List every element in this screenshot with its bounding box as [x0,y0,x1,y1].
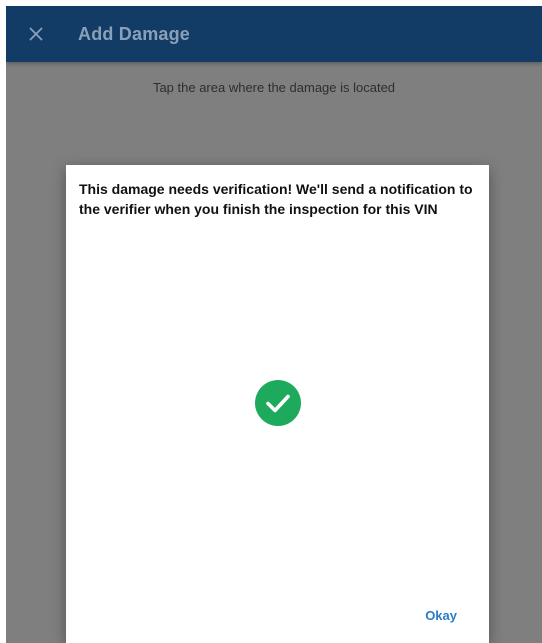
verification-dialog: This damage needs verification! We'll se… [66,165,489,643]
app-bar: Add Damage [6,6,542,62]
app-window: Add Damage Tap the area where the damage… [0,0,542,643]
page-title: Add Damage [78,23,191,44]
close-button[interactable] [8,6,64,62]
dialog-message: This damage needs verification! We'll se… [79,181,473,217]
okay-button[interactable]: Okay [423,604,459,627]
check-circle-icon [255,380,301,426]
instruction-text: Tap the area where the damage is located [152,80,396,95]
screen: Add Damage Tap the area where the damage… [6,6,542,643]
close-icon [29,27,43,41]
